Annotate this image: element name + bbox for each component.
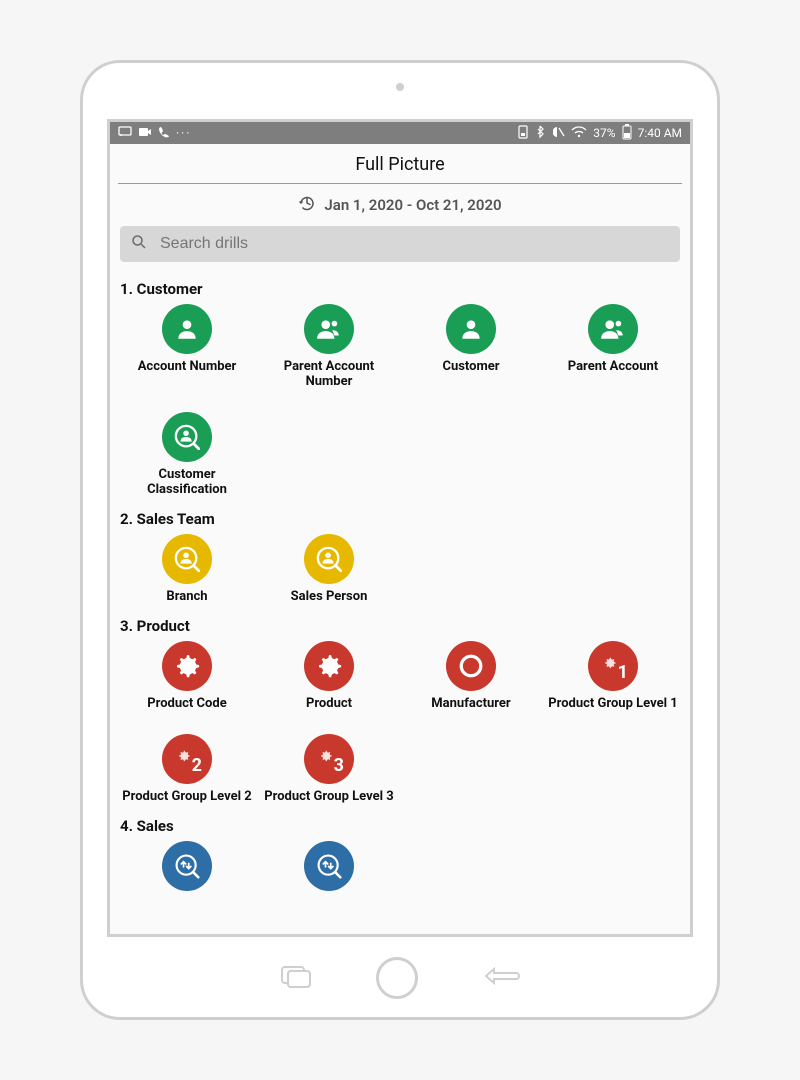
drill-list[interactable]: 1. Customer Account Number Parent Account … (110, 272, 690, 934)
tablet-frame: ··· 37% 7:40 AM (80, 60, 720, 1020)
gear-icon (304, 641, 354, 691)
device-nav-bar (107, 947, 693, 1017)
status-bar: ··· 37% 7:40 AM (110, 122, 690, 144)
level-number: 2 (192, 755, 202, 776)
drill-label: Customer Classification (120, 468, 254, 498)
user-mag-icon (304, 534, 354, 584)
updown-mag-icon (162, 841, 212, 891)
drill-item[interactable]: Branch (120, 534, 254, 605)
history-icon (298, 194, 316, 216)
drill-label: Manufacturer (431, 697, 510, 712)
wifi-icon (571, 126, 587, 141)
phone-icon (158, 126, 170, 141)
drill-label: Account Number (138, 360, 237, 375)
card-icon (517, 125, 529, 142)
user-icon (446, 304, 496, 354)
device-screen: ··· 37% 7:40 AM (107, 119, 693, 937)
drill-label: Parent Account Number (262, 360, 396, 390)
updown-mag-icon (304, 841, 354, 891)
section-header-sales-team: 2. Sales Team (120, 510, 680, 528)
ring-icon (446, 641, 496, 691)
drill-label: Parent Account (568, 360, 658, 375)
gearN-icon: 1 (588, 641, 638, 691)
drill-label: Product (306, 697, 352, 712)
clock-text: 7:40 AM (638, 126, 682, 140)
drill-item[interactable] (120, 841, 254, 897)
home-button[interactable] (376, 957, 418, 999)
drill-label: Product Group Level 3 (264, 790, 394, 805)
drill-item[interactable]: Manufacturer (404, 641, 538, 712)
users-icon (588, 304, 638, 354)
date-range-selector[interactable]: Jan 1, 2020 - Oct 21, 2020 (110, 184, 690, 226)
drill-label: Customer (442, 360, 499, 375)
front-camera (396, 83, 404, 91)
gearN-icon: 3 (304, 734, 354, 784)
section-header-product: 3. Product (120, 617, 680, 635)
recents-button[interactable] (276, 961, 316, 995)
drill-item[interactable]: 3 Product Group Level 3 (262, 734, 396, 805)
drill-item[interactable]: 1 Product Group Level 1 (546, 641, 680, 712)
users-icon (304, 304, 354, 354)
user-icon (162, 304, 212, 354)
drill-item[interactable]: Product (262, 641, 396, 712)
drill-item[interactable]: Parent Account (546, 304, 680, 390)
page-title: Full Picture (118, 144, 682, 184)
mute-icon (551, 125, 565, 142)
search-icon (130, 233, 148, 255)
section-grid-product: Product Code Product Manufacturer 1 Product … (120, 641, 680, 805)
date-range-text: Jan 1, 2020 - Oct 21, 2020 (324, 196, 501, 214)
camera-icon (138, 126, 152, 141)
back-button[interactable] (478, 963, 524, 993)
level-number: 1 (618, 662, 628, 683)
drill-label: Sales Person (291, 590, 368, 605)
drill-label: Product Code (147, 697, 226, 712)
section-grid-customer: Account Number Parent Account Number Custo… (120, 304, 680, 498)
drill-label: Branch (166, 590, 207, 605)
drill-item[interactable]: Parent Account Number (262, 304, 396, 390)
search-bar[interactable] (120, 226, 680, 262)
drill-item[interactable]: Sales Person (262, 534, 396, 605)
user-mag-icon (162, 412, 212, 462)
drill-item[interactable]: Customer Classification (120, 412, 254, 498)
gear-icon (162, 641, 212, 691)
drill-item[interactable]: Customer (404, 304, 538, 390)
drill-item[interactable]: Account Number (120, 304, 254, 390)
level-number: 3 (334, 755, 344, 776)
section-header-customer: 1. Customer (120, 280, 680, 298)
section-grid-sales-team: Branch Sales Person (120, 534, 680, 605)
drill-label: Product Group Level 2 (122, 790, 252, 805)
section-grid-sales (120, 841, 680, 897)
battery-percent: 37% (593, 126, 615, 140)
drill-item[interactable]: 2 Product Group Level 2 (120, 734, 254, 805)
drill-label: Product Group Level 1 (548, 697, 678, 712)
cast-icon (118, 126, 132, 141)
drill-item[interactable] (262, 841, 396, 897)
user-mag-icon (162, 534, 212, 584)
search-input[interactable] (158, 234, 670, 254)
battery-icon (622, 124, 632, 143)
section-header-sales: 4. Sales (120, 817, 680, 835)
bluetooth-icon (535, 125, 545, 142)
gearN-icon: 2 (162, 734, 212, 784)
more-icon: ··· (176, 126, 191, 140)
drill-item[interactable]: Product Code (120, 641, 254, 712)
